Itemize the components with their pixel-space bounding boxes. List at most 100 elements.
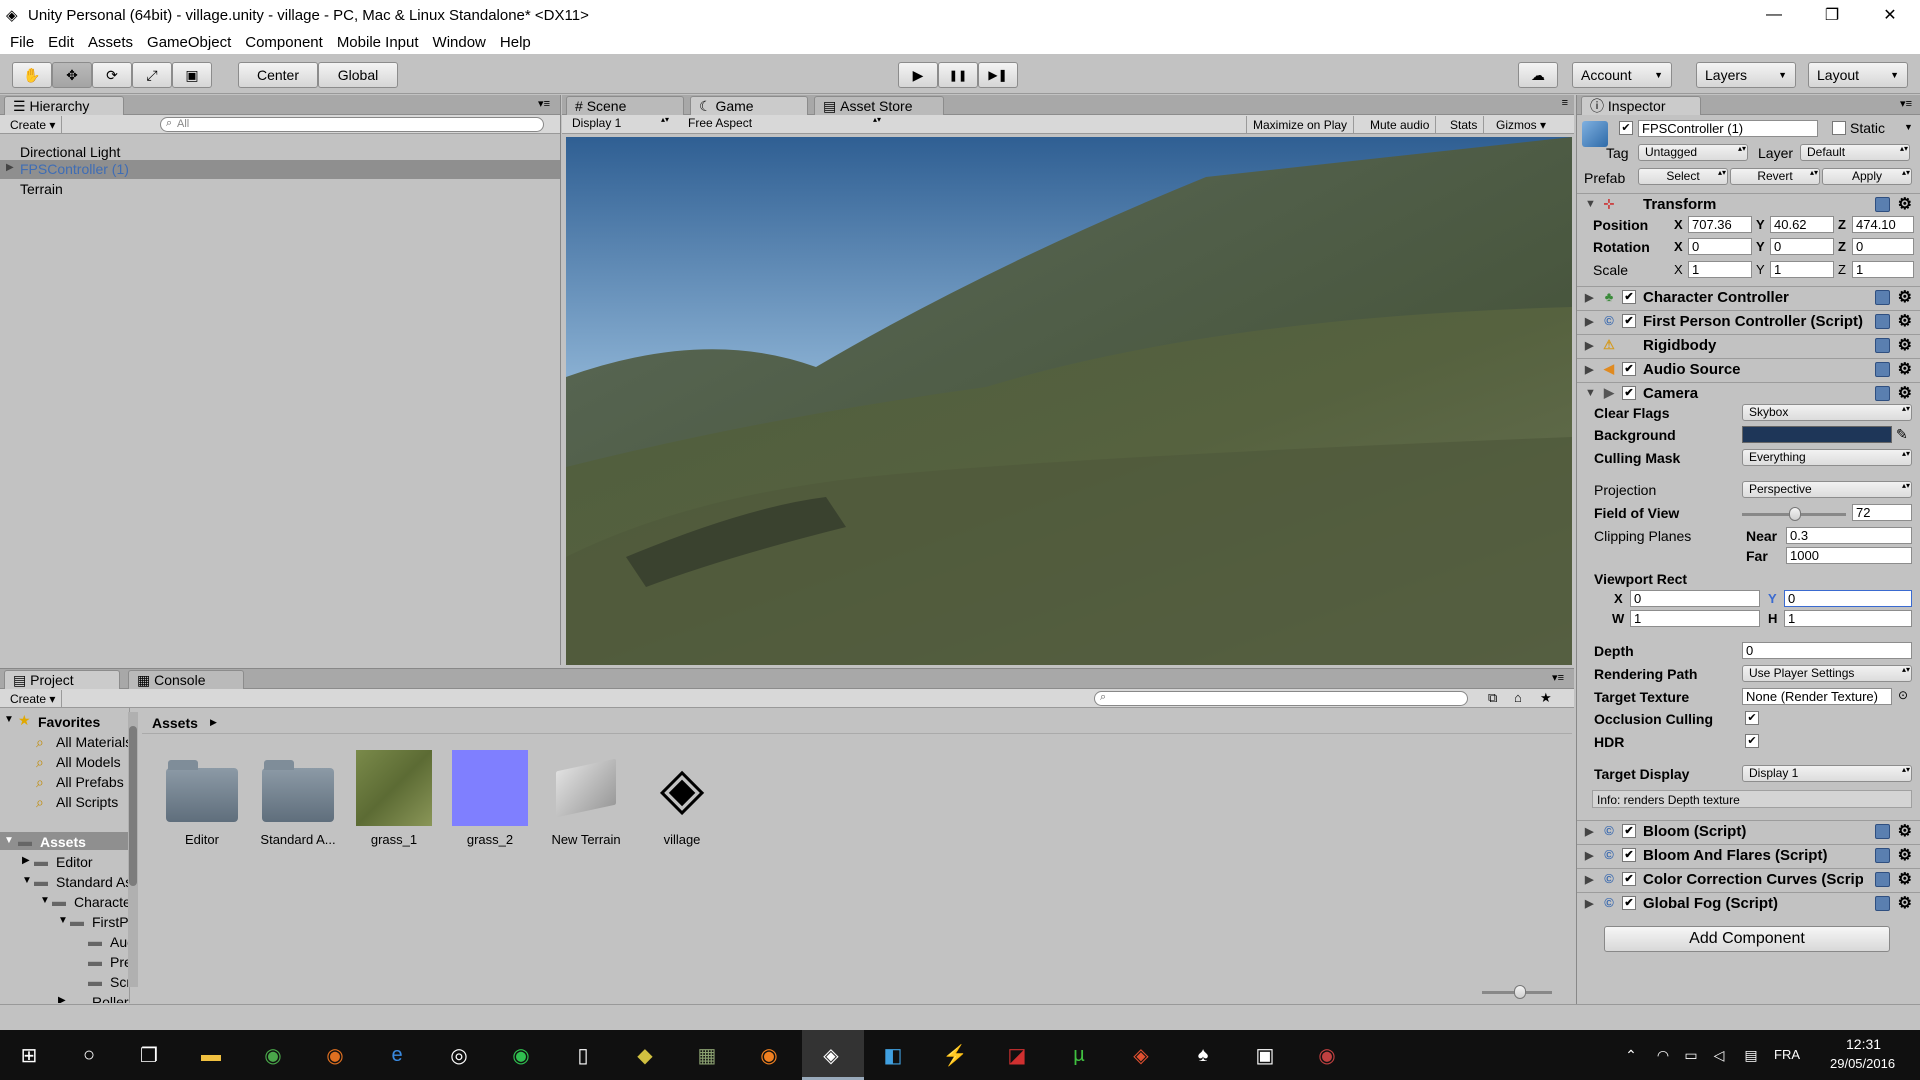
fav-all-scripts[interactable]: All Scripts: [56, 794, 118, 810]
asset-grass-2[interactable]: grass_2: [448, 750, 532, 847]
help-icon[interactable]: [1875, 314, 1890, 329]
fold-arrow-icon[interactable]: ▶: [1585, 363, 1593, 376]
breadcrumb-assets[interactable]: Assets: [152, 715, 198, 731]
enabled-checkbox[interactable]: ✔: [1622, 872, 1636, 886]
component-first-person-controller[interactable]: ▶ © ✔ First Person Controller (Script) ⚙: [1577, 310, 1920, 332]
tree-firstperson[interactable]: FirstPersonCharacter: [92, 914, 129, 930]
gear-icon[interactable]: ⚙: [1898, 383, 1912, 403]
clock-time[interactable]: 12:31: [1846, 1036, 1881, 1052]
maximize-on-play-button[interactable]: Maximize on Play: [1246, 116, 1355, 133]
component-transform[interactable]: ▼ ⊹ Transform ⚙: [1577, 193, 1920, 215]
near-field[interactable]: 0.3: [1786, 527, 1912, 544]
culling-mask-dropdown[interactable]: Everything: [1742, 449, 1912, 466]
favorite-star-icon[interactable]: ★: [1540, 690, 1552, 706]
fold-arrow-icon[interactable]: ▶: [1585, 339, 1593, 352]
pivot-global-button[interactable]: Global: [318, 62, 398, 88]
component-bloom[interactable]: ▶ © ✔ Bloom (Script) ⚙: [1577, 820, 1920, 842]
scale-z-field[interactable]: 1: [1852, 261, 1914, 278]
pause-button[interactable]: ❚❚: [938, 62, 978, 88]
favorites-label[interactable]: Favorites: [38, 714, 100, 730]
chevron-up-icon[interactable]: ⌃: [1616, 1040, 1646, 1070]
language-indicator[interactable]: FRA: [1774, 1047, 1800, 1062]
rotate-tool-icon[interactable]: ⟳: [92, 62, 132, 88]
hdr-checkbox[interactable]: ✔: [1745, 734, 1759, 748]
app-icon[interactable]: ⚡: [940, 1040, 970, 1070]
viewport-x-field[interactable]: 0: [1630, 590, 1760, 607]
image-viewer-icon[interactable]: ▦: [692, 1040, 722, 1070]
tab-project[interactable]: ▤ Project: [4, 670, 120, 689]
layers-dropdown[interactable]: Layers ▼: [1696, 62, 1796, 88]
cloud-button[interactable]: ☁: [1518, 62, 1558, 88]
task-view-icon[interactable]: ❐: [134, 1040, 164, 1070]
help-icon[interactable]: [1875, 872, 1890, 887]
hierarchy-item-fpscontroller[interactable]: FPSController (1): [20, 161, 129, 177]
tree-characters[interactable]: Characters: [74, 894, 129, 910]
active-checkbox[interactable]: ✔: [1619, 121, 1633, 135]
asset-grass-1[interactable]: grass_1: [352, 750, 436, 847]
gear-icon[interactable]: ⚙: [1898, 287, 1912, 307]
play-button[interactable]: ▶: [898, 62, 938, 88]
rotation-y-field[interactable]: 0: [1770, 238, 1834, 255]
notepad-icon[interactable]: ▯: [568, 1040, 598, 1070]
tree-scripts[interactable]: Scripts: [110, 974, 129, 990]
tab-console[interactable]: ▦ Console: [128, 670, 244, 689]
layer-dropdown[interactable]: Default: [1800, 144, 1910, 161]
rotation-z-field[interactable]: 0: [1852, 238, 1914, 255]
help-icon[interactable]: [1875, 848, 1890, 863]
tree-assets[interactable]: Assets: [40, 834, 86, 850]
step-button[interactable]: ▶❚: [978, 62, 1018, 88]
firefox-icon[interactable]: ◉: [320, 1040, 350, 1070]
panel-menu-icon[interactable]: ▾≡: [538, 97, 550, 110]
viewport-y-field[interactable]: 0: [1784, 590, 1912, 607]
aspect-dropdown[interactable]: Free Aspect: [682, 116, 882, 133]
menu-help[interactable]: Help: [500, 34, 531, 51]
notifications-icon[interactable]: ▤: [1736, 1040, 1766, 1070]
tree-audio[interactable]: Audio: [110, 934, 129, 950]
gear-icon[interactable]: ⚙: [1898, 893, 1912, 913]
far-field[interactable]: 1000: [1786, 547, 1912, 564]
mute-audio-button[interactable]: Mute audio: [1364, 116, 1437, 133]
account-dropdown[interactable]: Account ▼: [1572, 62, 1672, 88]
chrome-icon[interactable]: ◉: [258, 1040, 288, 1070]
gear-icon[interactable]: ⚙: [1898, 845, 1912, 865]
gear-icon[interactable]: ⚙: [1898, 311, 1912, 331]
static-checkbox[interactable]: [1832, 121, 1846, 135]
scrollbar-thumb[interactable]: [129, 726, 137, 886]
enabled-checkbox[interactable]: ✔: [1622, 314, 1636, 328]
gear-icon[interactable]: ⚙: [1898, 821, 1912, 841]
battery-icon[interactable]: ▭: [1676, 1040, 1706, 1070]
menu-window[interactable]: Window: [433, 34, 486, 51]
tree-prefabs[interactable]: Prefabs: [110, 954, 129, 970]
enabled-checkbox[interactable]: ✔: [1622, 290, 1636, 304]
network-icon[interactable]: ◠: [1648, 1040, 1678, 1070]
spotify-icon[interactable]: ◉: [506, 1040, 536, 1070]
prefab-select-button[interactable]: Select: [1638, 168, 1728, 185]
tab-asset-store[interactable]: ▤ Asset Store: [814, 96, 944, 115]
menu-file[interactable]: File: [10, 34, 34, 51]
scale-y-field[interactable]: 1: [1770, 261, 1834, 278]
minimize-button[interactable]: —: [1746, 0, 1802, 30]
hierarchy-item-terrain[interactable]: Terrain: [20, 181, 63, 197]
fold-arrow-icon[interactable]: ▼: [1585, 198, 1596, 210]
tag-dropdown[interactable]: Untagged: [1638, 144, 1748, 161]
fold-arrow-icon[interactable]: ▶: [1585, 315, 1593, 328]
panel-menu-icon[interactable]: ▾≡: [1900, 97, 1912, 110]
hierarchy-create-button[interactable]: Create ▾: [4, 116, 63, 133]
hierarchy-search-input[interactable]: All: [160, 117, 544, 132]
project-create-button[interactable]: Create ▾: [4, 690, 63, 707]
volume-icon[interactable]: ◁: [1704, 1040, 1734, 1070]
help-icon[interactable]: [1875, 386, 1890, 401]
enabled-checkbox[interactable]: ✔: [1622, 824, 1636, 838]
projection-dropdown[interactable]: Perspective: [1742, 481, 1912, 498]
menu-assets[interactable]: Assets: [88, 34, 133, 51]
utorrent-icon[interactable]: µ: [1064, 1040, 1094, 1070]
app-icon[interactable]: ◈: [1126, 1040, 1156, 1070]
unity-icon[interactable]: ◈: [816, 1040, 846, 1070]
target-texture-field[interactable]: None (Render Texture): [1742, 688, 1892, 705]
prefab-apply-button[interactable]: Apply: [1822, 168, 1912, 185]
gear-icon[interactable]: ⚙: [1898, 335, 1912, 355]
cards-icon[interactable]: ♠: [1188, 1040, 1218, 1070]
object-picker-icon[interactable]: ⊙: [1898, 688, 1908, 702]
panel-menu-icon[interactable]: ▾≡: [1552, 671, 1564, 684]
fav-all-prefabs[interactable]: All Prefabs: [56, 774, 124, 790]
